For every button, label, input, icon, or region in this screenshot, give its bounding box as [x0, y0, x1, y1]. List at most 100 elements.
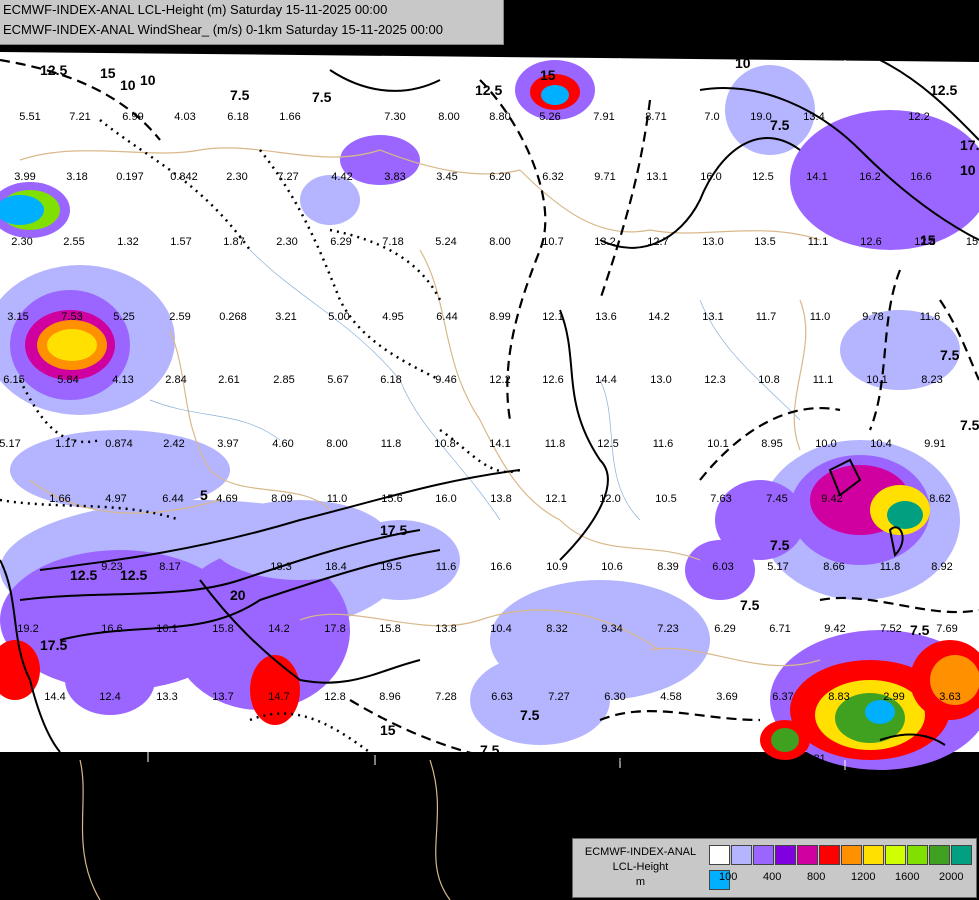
grid-value: 5.17 — [767, 561, 788, 573]
grid-value: 10.9 — [210, 753, 231, 765]
grid-value: 2.30 — [11, 236, 32, 248]
legend-swatch — [797, 845, 818, 865]
grid-value: 6.63 — [491, 691, 512, 703]
contour-label: 12.5 — [475, 82, 502, 98]
grid-value: 6.18 — [227, 111, 248, 123]
grid-value: 7.80 — [321, 753, 342, 765]
grid-value: 8.00 — [326, 438, 347, 450]
grid-value: 5.67 — [327, 374, 348, 386]
grid-value: 11.6 — [920, 311, 941, 323]
grid-value: 3.15 — [7, 311, 28, 323]
legend-swatch — [907, 845, 928, 865]
grid-value: 15.8 — [379, 623, 400, 635]
legend-swatch — [709, 845, 730, 865]
grid-value: 19.5 — [380, 561, 401, 573]
grid-value: 4.42 — [331, 171, 352, 183]
grid-value: 10.9 — [149, 753, 170, 765]
grid-value: 7.91 — [593, 111, 614, 123]
grid-value: 8.95 — [761, 438, 782, 450]
contour-label: 7.5 — [230, 87, 250, 103]
grid-value: 18.4 — [325, 561, 346, 573]
grid-value: 3.18 — [66, 171, 87, 183]
grid-value: 8.83 — [828, 691, 849, 703]
grid-value: 13.8 — [435, 623, 456, 635]
contour-label: 7.5 — [520, 707, 540, 723]
grid-value: 4.97 — [105, 493, 126, 505]
grid-value: 16.0 — [435, 493, 456, 505]
legend-tick-label: 800 — [807, 871, 826, 883]
grid-value: 4.64 — [660, 753, 681, 765]
legend-title-unit: m — [635, 876, 646, 888]
grid-value: 6.71 — [769, 623, 790, 635]
grid-value: 8.23 — [921, 374, 942, 386]
grid-value: 7.45 — [766, 493, 787, 505]
grid-value: 11.8 — [545, 438, 566, 450]
grid-value: 13.8 — [490, 493, 511, 505]
grid-value: 14.4 — [44, 691, 65, 703]
legend-swatch — [753, 845, 774, 865]
grid-value: 10.7 — [542, 236, 563, 248]
contour-label: 10 — [735, 55, 751, 71]
grid-value: 4.83 — [604, 753, 625, 765]
grid-value: 1.57 — [170, 236, 191, 248]
grid-value: 9.42 — [824, 623, 845, 635]
grid-value: 13.1 — [646, 171, 667, 183]
grid-value: 4.60 — [272, 438, 293, 450]
contour-label: 5 — [200, 487, 208, 503]
grid-value: 8.17 — [159, 561, 180, 573]
grid-value: 9.42 — [821, 493, 842, 505]
grid-value: 12.6 — [542, 374, 563, 386]
grid-value: 12.4 — [99, 691, 120, 703]
grid-value: 13.2 — [594, 236, 615, 248]
contour-label: 7.5 — [312, 89, 332, 105]
grid-value: 7.64 — [491, 753, 512, 765]
legend-title-model: ECMWF-INDEX-ANAL — [584, 846, 697, 858]
grid-value: 0.842 — [170, 171, 198, 183]
grid-value: 7.27 — [548, 691, 569, 703]
grid-value: 15.6 — [381, 493, 402, 505]
grid-value: 6.37 — [772, 691, 793, 703]
grid-value: 14.1 — [806, 171, 827, 183]
grid-value: 5.84 — [57, 374, 78, 386]
grid-value: 6.20 — [489, 171, 510, 183]
grid-value: 7.30 — [384, 111, 405, 123]
grid-value: 3.69 — [716, 691, 737, 703]
grid-value: 11.6 — [653, 438, 674, 450]
grid-value: 2.30 — [276, 236, 297, 248]
legend-tick-label: 1600 — [895, 871, 920, 883]
grid-value: 6.29 — [330, 236, 351, 248]
legend-swatch — [863, 845, 884, 865]
grid-value: 1.17 — [55, 438, 76, 450]
grid-value: 6.03 — [712, 561, 733, 573]
grid-value: 8.00 — [489, 236, 510, 248]
grid-value: 12.5 — [597, 438, 618, 450]
grid-value: 6.29 — [714, 623, 735, 635]
grid-value: 12.8 — [914, 236, 935, 248]
grid-value: 19.2 — [17, 623, 38, 635]
grid-value: 1.66 — [279, 111, 300, 123]
title-line-2: ECMWF-INDEX-ANAL WindShear_ (m/s) 0-1km … — [3, 22, 443, 37]
grid-value: 16.2 — [859, 171, 880, 183]
grid-value: 13.3 — [156, 691, 177, 703]
grid-value: 14.4 — [595, 374, 616, 386]
grid-value: 12.2 — [908, 111, 929, 123]
grid-value: 4.77 — [548, 753, 569, 765]
grid-value: 6.18 — [380, 374, 401, 386]
grid-value: 9.33 — [267, 753, 288, 765]
grid-value: 4.95 — [382, 311, 403, 323]
grid-value: 10.0 — [815, 438, 836, 450]
grid-value: 7.28 — [435, 691, 456, 703]
grid-value: 16.0 — [700, 171, 721, 183]
grid-value: 15 — [966, 236, 978, 248]
grid-value: 9.71 — [594, 171, 615, 183]
grid-value: 12.2 — [489, 374, 510, 386]
grid-value: 12.1 — [542, 311, 563, 323]
grid-value: 9.34 — [601, 623, 622, 635]
grid-value: 0.268 — [219, 311, 247, 323]
grid-value: 6.44 — [162, 493, 183, 505]
grid-value: 10.8 — [758, 374, 779, 386]
grid-value: 11.8 — [880, 561, 901, 573]
grid-value: 13.4 — [803, 111, 824, 123]
grid-value: 13.1 — [702, 311, 723, 323]
grid-value: 5.26 — [539, 111, 560, 123]
